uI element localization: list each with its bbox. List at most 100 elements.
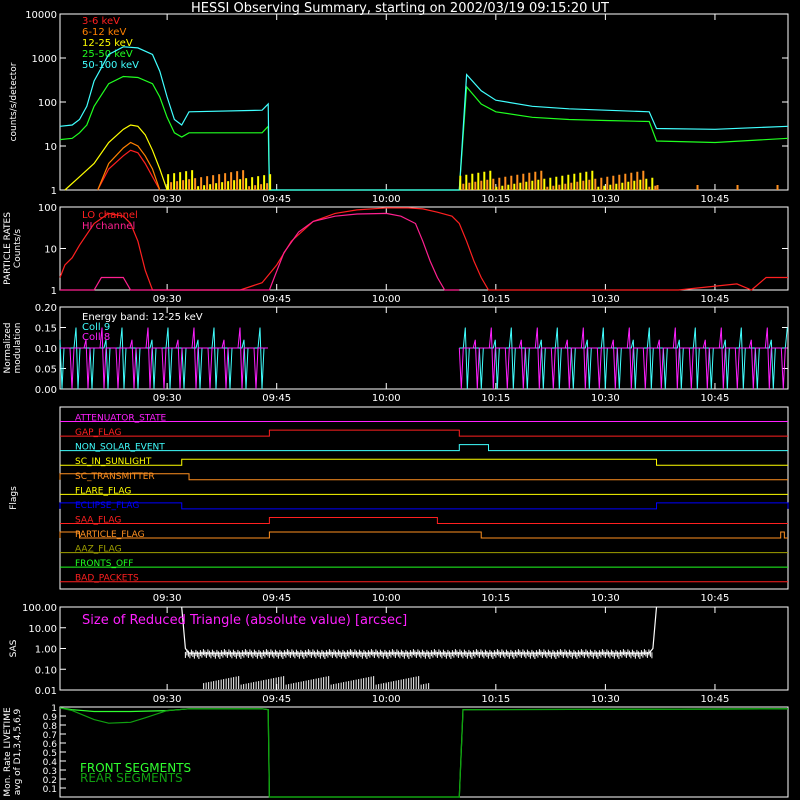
noise-bar-0 (185, 171, 188, 190)
y-tick-label: 0.10 (35, 344, 57, 355)
noise-bar-1 (477, 172, 480, 190)
y-tick-label: 0.6 (43, 740, 58, 750)
flag-line-4 (59, 473, 788, 481)
noise-bar-1 (612, 175, 615, 190)
y-axis-label-1b: Counts/s (13, 229, 23, 268)
y-tick-label: 1 (51, 286, 57, 297)
noise-bar-0 (197, 186, 200, 190)
time-tick-label: 10:30 (591, 694, 620, 705)
noise-bar-1 (618, 174, 621, 190)
y-tick-label: 10 (44, 245, 57, 256)
time-tick-label: 10:00 (372, 393, 401, 404)
noise-bar-1 (546, 186, 549, 190)
noise-bar-1 (567, 174, 570, 190)
noise-bar-0 (221, 182, 224, 190)
noise-bar-1 (459, 175, 462, 190)
y-tick-label: 100 (38, 203, 57, 214)
time-tick-label: 10:45 (701, 694, 730, 705)
noise-bar-0 (248, 186, 251, 190)
y-axis-label-2a: Normalized (3, 322, 13, 373)
noise-bar-1 (528, 172, 531, 190)
noise-bar-1 (606, 176, 609, 190)
noise-bar-0 (218, 174, 221, 190)
panel-frame-1 (59, 206, 789, 291)
y-tick-label: 1 (51, 704, 57, 714)
y-axis-label-3: Flags (9, 486, 19, 510)
time-tick-label: 10:15 (481, 593, 510, 604)
panel-frame-3 (59, 406, 789, 590)
y-tick-label: 0.9 (43, 713, 58, 723)
flag-line-7 (60, 516, 788, 524)
noise-bar-0 (260, 184, 263, 190)
noise-bar-right (656, 185, 659, 190)
series-line-1-0 (59, 207, 788, 291)
time-tick-label: 09:30 (153, 393, 182, 404)
noise-bar-0 (257, 176, 260, 190)
legend-entry-particle-0: LO channel (82, 210, 138, 221)
noise-bar-0 (233, 180, 236, 190)
y-tick-label: 10.00 (28, 624, 57, 635)
noise-bar-1 (474, 181, 477, 190)
y-tick-label: 0.8 (43, 722, 58, 732)
noise-bar-1 (552, 185, 555, 190)
noise-bar-1 (645, 178, 648, 190)
time-tick-label: 10:45 (701, 393, 730, 404)
noise-bar-0 (266, 183, 269, 190)
noise-bar-1 (531, 180, 534, 190)
noise-bar-1 (582, 180, 585, 190)
noise-bar-0 (245, 178, 248, 190)
time-tick-label: 10:30 (591, 194, 620, 205)
noise-bar-1 (585, 171, 588, 190)
y-tick-label: 0.00 (35, 385, 57, 396)
noise-bar-1 (549, 177, 552, 190)
noise-bar-0 (173, 173, 176, 190)
series-line-0-4 (59, 46, 789, 191)
noise-bar-0 (209, 184, 212, 190)
noise-bar-1 (486, 179, 489, 190)
series-line-0-0 (97, 149, 161, 191)
sas-panel-title: Size of Reduced Triangle (absolute value… (82, 613, 407, 628)
time-tick-label: 09:30 (153, 593, 182, 604)
noise-bar-1 (651, 177, 654, 190)
noise-bar-1 (633, 180, 636, 190)
time-tick-label: 10:45 (701, 294, 730, 305)
noise-bar-1 (615, 183, 618, 190)
y-tick-label: 100 (38, 98, 57, 109)
noise-bar-0 (206, 176, 209, 190)
noise-bar-0 (254, 185, 257, 190)
noise-bar-1 (624, 173, 627, 190)
noise-bar-1 (630, 172, 633, 190)
noise-bar-1 (465, 174, 468, 190)
noise-bar-1 (594, 178, 597, 190)
noise-bar-0 (263, 175, 266, 190)
noise-bar-1 (609, 184, 612, 190)
time-tick-label: 10:00 (372, 194, 401, 205)
time-tick-label: 10:00 (372, 294, 401, 305)
noise-bar-0 (227, 181, 230, 190)
time-tick-label: 10:00 (372, 593, 401, 604)
noise-bar-1 (492, 178, 495, 190)
y-tick-label: 10000 (25, 10, 57, 21)
y-axis-label-5a: Mon. Rate LIVETIME (3, 707, 13, 797)
noise-bar-1 (507, 184, 510, 190)
y-tick-label: 100.00 (22, 603, 57, 614)
flag-line-2 (60, 444, 788, 452)
noise-bar-1 (648, 186, 651, 190)
noise-bar-1 (480, 180, 483, 190)
noise-bar-0 (170, 182, 173, 190)
y-tick-label: 0.3 (43, 767, 57, 777)
noise-bar-1 (555, 176, 558, 190)
noise-bar-1 (540, 170, 543, 190)
series-line-0-3 (59, 75, 789, 191)
legend-entry-1: 6-12 keV (82, 27, 126, 38)
noise-bar-0 (188, 179, 191, 190)
noise-bar-1 (636, 171, 639, 190)
noise-bar-1 (576, 181, 579, 190)
y-axis-label-2b: modulation (13, 323, 23, 374)
y-tick-label: 0.4 (43, 758, 58, 768)
y-tick-label: 1 (51, 186, 57, 197)
time-tick-label: 09:30 (153, 694, 182, 705)
time-tick-label: 10:30 (591, 393, 620, 404)
time-tick-label: 09:45 (262, 593, 291, 604)
noise-bar-1 (483, 171, 486, 190)
